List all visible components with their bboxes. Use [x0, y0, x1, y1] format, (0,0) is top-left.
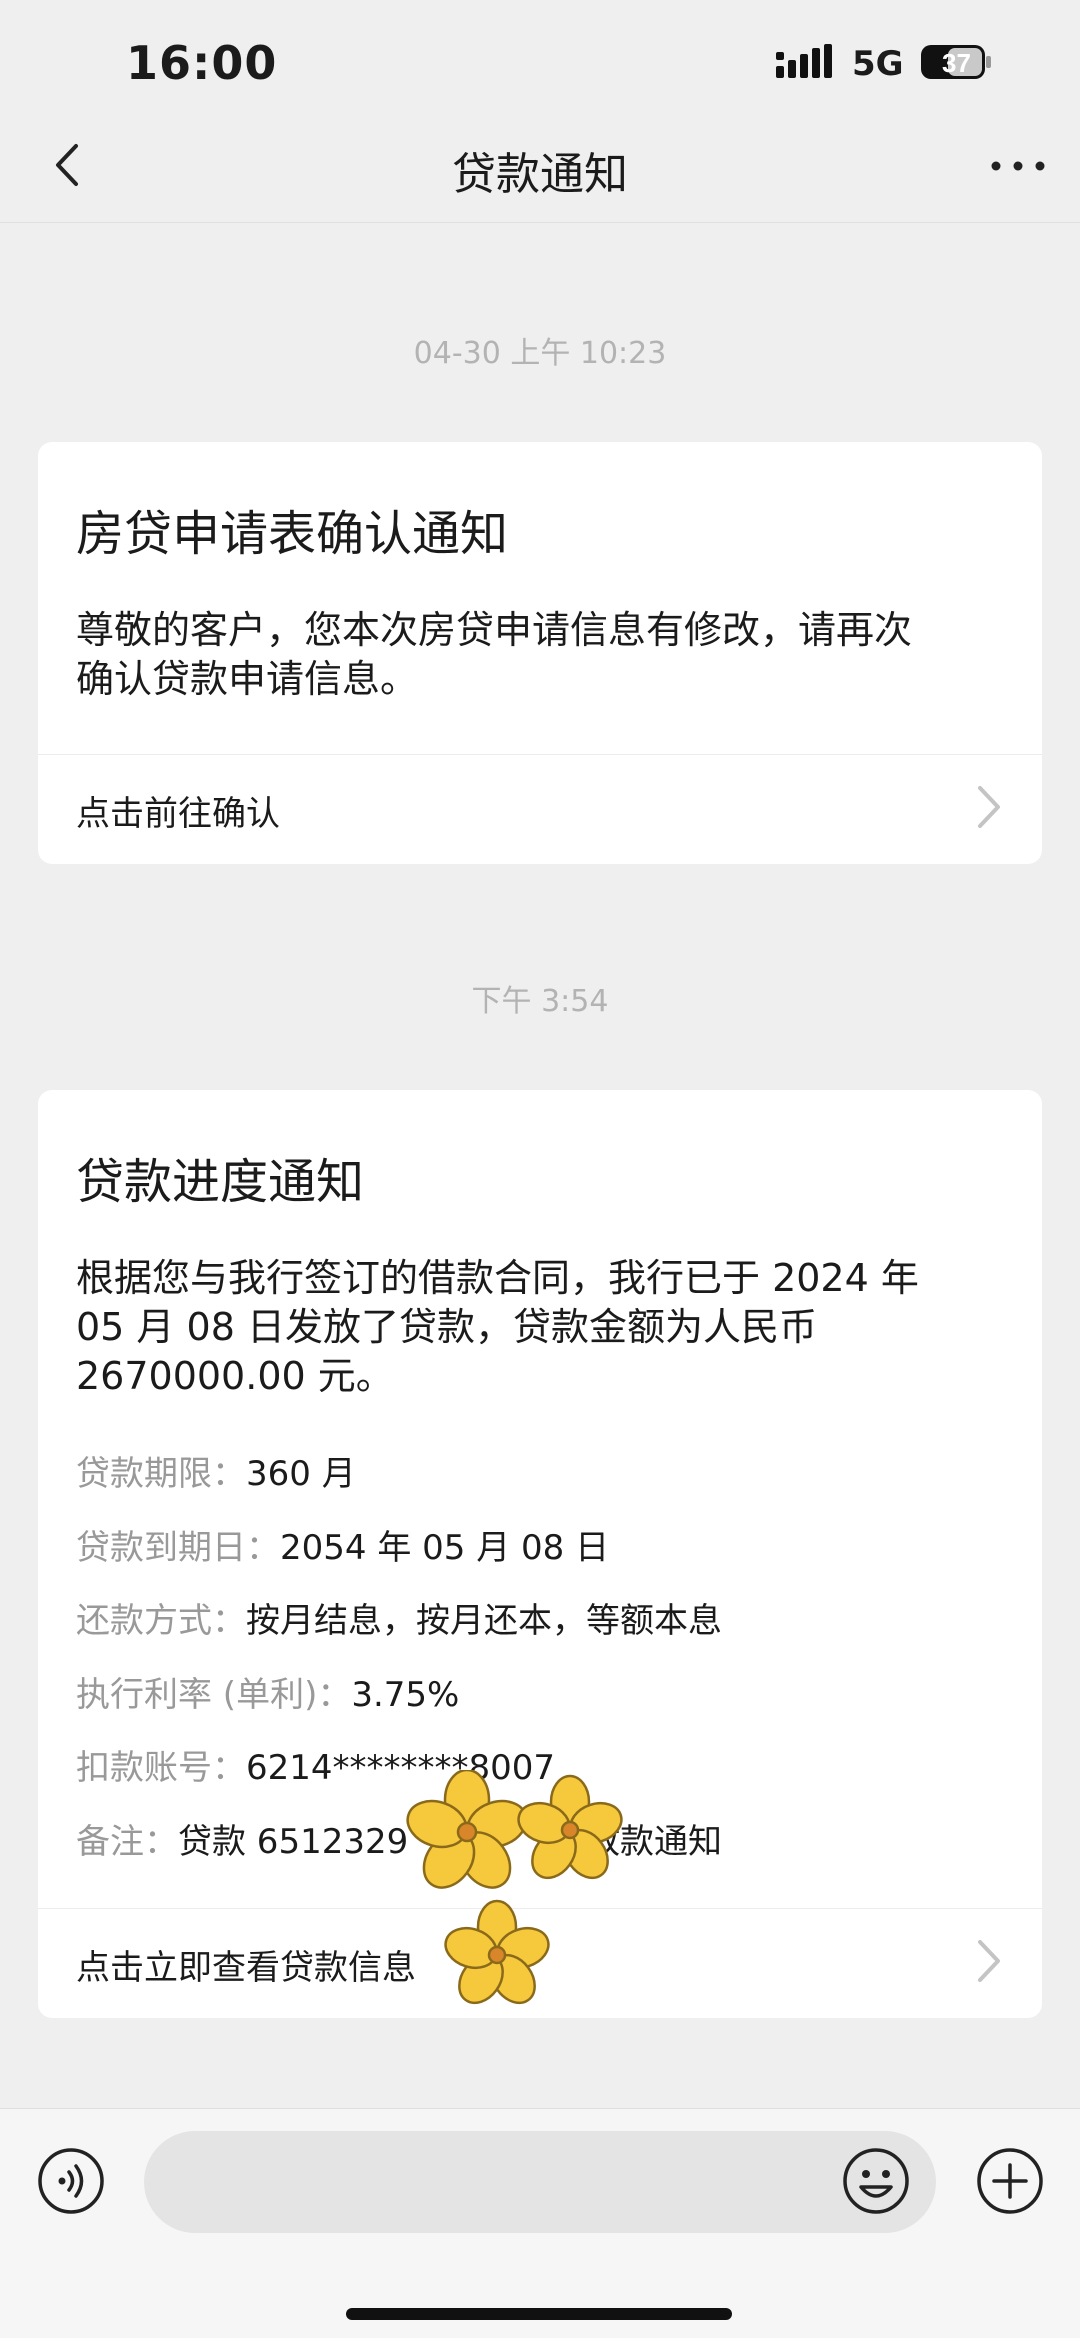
plus-icon[interactable]: [974, 2145, 1046, 2217]
field-value: 2054 年 05 月 08 日: [280, 1528, 610, 1568]
message-timestamp: 下午 3:54: [471, 984, 609, 1019]
field-due-date: 贷款到期日：2054 年 05 月 08 日: [76, 1520, 609, 1569]
field-loan-term: 贷款期限：360 月: [76, 1446, 356, 1495]
field-key: 贷款期限：: [76, 1454, 246, 1494]
battery-level: 37: [942, 48, 971, 78]
flower-sticker-icon: [406, 1770, 623, 2005]
card-body-line: 尊敬的客户，您本次房贷申请信息有修改，请再次: [76, 608, 913, 652]
field-value: 贷款 6512329: [178, 1822, 409, 1862]
card-body-line: 根据您与我行签订的借款合同，我行已于 2024 年: [76, 1256, 919, 1300]
view-loan-info-link[interactable]: 点击立即查看贷款信息: [76, 1940, 416, 1989]
voice-icon[interactable]: [36, 2146, 106, 2216]
status-time: 16:00: [126, 36, 278, 90]
status-bar: 16:00 5G 37: [0, 0, 1080, 128]
field-key: 还款方式：: [76, 1601, 246, 1641]
field-key: 备注：: [76, 1822, 178, 1862]
field-value: 360 月: [246, 1454, 356, 1494]
signal-icon: [776, 44, 832, 78]
chat-input-bar: [0, 2108, 1080, 2338]
chevron-right-icon[interactable]: [974, 784, 1004, 830]
chevron-right-icon[interactable]: [974, 1938, 1004, 1984]
confirm-link[interactable]: 点击前往确认: [76, 786, 280, 835]
nav-bar: 贷款通知: [0, 110, 1080, 223]
field-interest-rate: 执行利率 (单利)：3.75%: [76, 1667, 459, 1716]
card-title: 房贷申请表确认通知: [76, 506, 509, 562]
card-body: 尊敬的客户，您本次房贷申请信息有修改，请再次 确认贷款申请信息。: [76, 606, 1004, 704]
notification-card-application: 房贷申请表确认通知 尊敬的客户，您本次房贷申请信息有修改，请再次 确认贷款申请信…: [38, 442, 1042, 864]
field-remark: 备注：贷款 6512329: [76, 1814, 408, 1863]
card-body-line: 确认贷款申请信息。: [76, 657, 419, 701]
field-key: 扣款账号：: [76, 1748, 246, 1788]
message-timestamp: 04-30 上午 10:23: [413, 336, 667, 371]
more-dots-icon[interactable]: [990, 160, 1046, 172]
field-repayment-method: 还款方式：按月结息，按月还本，等额本息: [76, 1593, 722, 1642]
emoji-icon[interactable]: [840, 2145, 912, 2217]
message-input[interactable]: [144, 2131, 936, 2233]
field-value: 按月结息，按月还本，等额本息: [246, 1601, 722, 1641]
divider: [38, 754, 1042, 755]
field-key: 贷款到期日：: [76, 1528, 280, 1568]
card-body-line: 05 月 08 日发放了贷款，贷款金额为人民币: [76, 1305, 817, 1349]
card-title: 贷款进度通知: [76, 1154, 365, 1210]
battery-icon: 37: [921, 45, 991, 79]
card-body-line: 2670000.00 元。: [76, 1354, 394, 1398]
page-title: 贷款通知: [452, 149, 628, 200]
network-label: 5G: [852, 44, 904, 84]
field-value: 3.75%: [351, 1675, 460, 1715]
home-indicator[interactable]: [346, 2308, 732, 2320]
field-key: 执行利率 (单利)：: [76, 1675, 352, 1715]
card-body: 根据您与我行签订的借款合同，我行已于 2024 年 05 月 08 日发放了贷款…: [76, 1254, 1004, 1401]
